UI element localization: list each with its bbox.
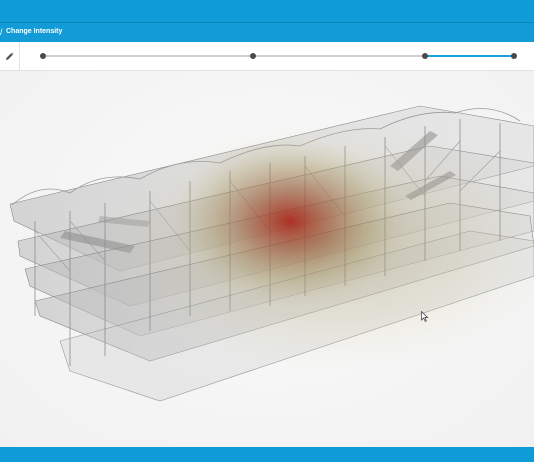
mouse-cursor-icon xyxy=(421,311,429,322)
toolbar xyxy=(0,42,534,71)
timeline-marker[interactable] xyxy=(40,53,46,59)
edit-button[interactable] xyxy=(0,42,20,70)
timeline-slider[interactable] xyxy=(40,53,517,59)
breadcrumb-separator: / xyxy=(0,27,3,37)
timeline-marker[interactable] xyxy=(421,53,428,59)
timeline-marker[interactable] xyxy=(249,53,256,59)
building-model xyxy=(9,105,534,402)
pencil-icon xyxy=(5,52,14,60)
page-title: Change Intensity xyxy=(6,28,63,35)
app-header-bar xyxy=(0,0,534,22)
footer-bar xyxy=(0,447,534,462)
timeline-marker[interactable] xyxy=(511,53,517,59)
timeline-selected-range xyxy=(424,55,514,57)
3d-model-viewport[interactable] xyxy=(0,71,534,447)
breadcrumb: / Change Intensity xyxy=(0,22,534,42)
